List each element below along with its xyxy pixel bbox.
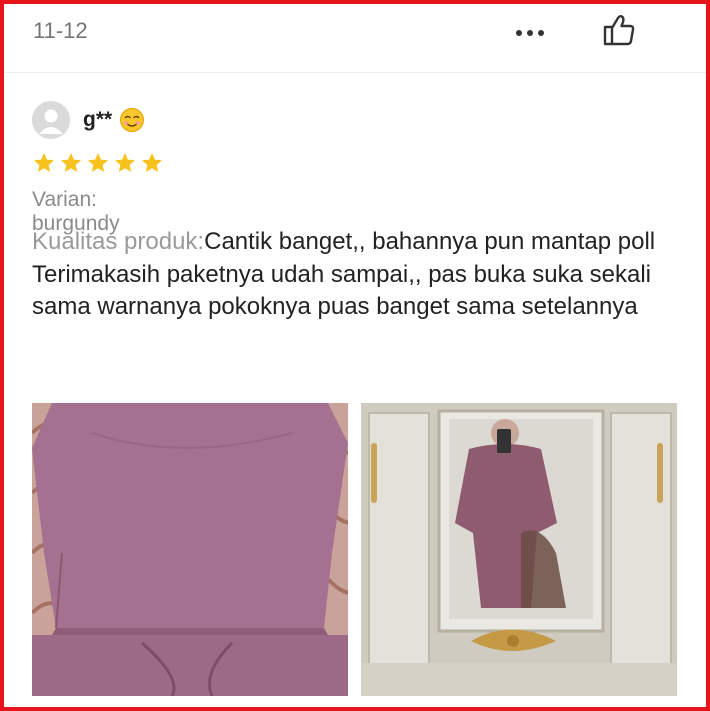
- thumbs-up-icon[interactable]: [601, 12, 637, 48]
- avatar[interactable]: [32, 101, 70, 139]
- quality-label: Kualitas produk:: [32, 228, 205, 255]
- reviewer-name: g**: [83, 108, 113, 131]
- more-dots-icon[interactable]: [514, 26, 548, 38]
- review-header-bar: 11-12: [4, 4, 706, 73]
- star-icon: [115, 153, 135, 172]
- quality-text: Cantik banget,, bahannya pun mantap poll: [204, 228, 656, 255]
- quality-line: Kualitas produk:Cantik banget,, bahannya…: [32, 226, 682, 259]
- star-icon: [142, 153, 162, 172]
- review-photo-mirror-selfie[interactable]: [361, 403, 677, 696]
- user-silhouette-icon: [32, 101, 70, 139]
- smiling-face-emoji: [119, 107, 145, 133]
- review-photo-clothing[interactable]: [32, 403, 348, 696]
- star-icon: [61, 153, 81, 172]
- review-body: Terimakasih paketnya udah sampai,, pas b…: [32, 260, 652, 321]
- review-text: Kualitas produk:Cantik banget,, bahannya…: [32, 226, 682, 324]
- star-icon: [88, 153, 108, 172]
- star-rating: [32, 151, 164, 175]
- star-icon: [34, 153, 54, 172]
- review-date: 11-12: [33, 18, 88, 43]
